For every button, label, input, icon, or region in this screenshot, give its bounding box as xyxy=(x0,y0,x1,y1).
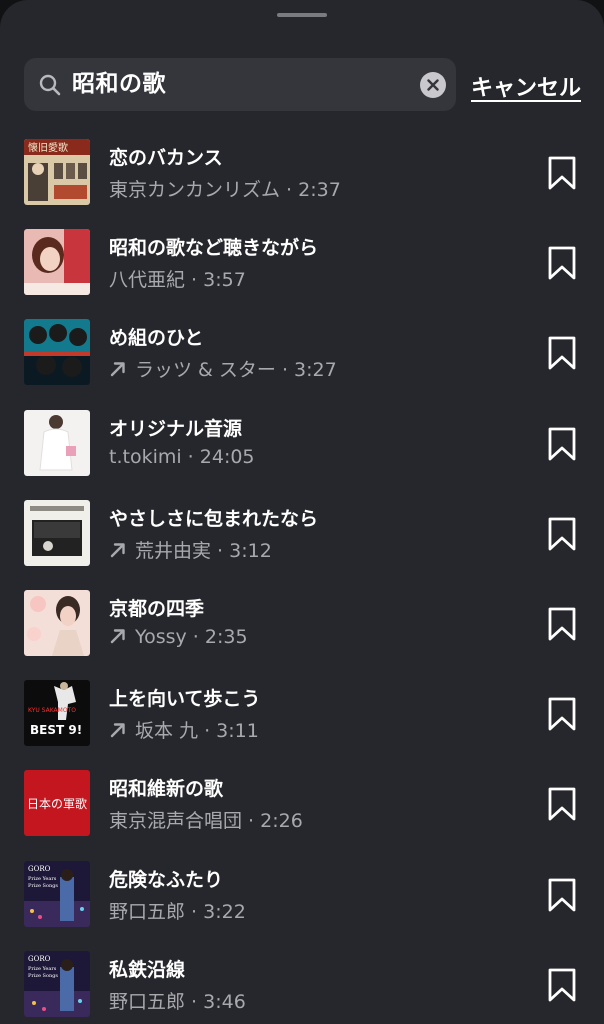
clear-search-button[interactable] xyxy=(420,72,446,98)
cover-artist: KYU SAKAMOTO xyxy=(28,707,76,714)
song-meta: 野口五郎 · 3:22 xyxy=(109,900,246,923)
album-cover xyxy=(24,229,90,296)
song-title: 上を向いて歩こう xyxy=(109,688,261,711)
song-meta: 東京カンカンリズム · 2:37 xyxy=(109,179,341,201)
song-meta: 野口五郎 · 3:46 xyxy=(109,990,246,1013)
song-title: 私鉄沿線 xyxy=(109,958,186,981)
bookmark-icon[interactable] xyxy=(546,155,578,191)
drag-handle[interactable] xyxy=(277,13,327,17)
song-title: 昭和維新の歌 xyxy=(109,778,224,801)
cover-title: 懐旧愛歌 xyxy=(28,141,68,154)
bookmark-icon[interactable] xyxy=(546,696,578,732)
bookmark-icon[interactable] xyxy=(546,426,578,462)
duration: 2:26 xyxy=(260,810,303,833)
duration: 3:57 xyxy=(203,269,246,292)
duration: 2:37 xyxy=(298,179,341,201)
song-meta: t.tokimi · 24:05 xyxy=(109,445,255,468)
artist-name: t.tokimi xyxy=(109,445,182,468)
album-cover: KYU SAKAMOTO BEST 9! xyxy=(24,680,90,747)
search-icon xyxy=(39,74,61,96)
trending-arrow-icon xyxy=(110,362,125,377)
song-title: 昭和の歌など聴きながら xyxy=(109,237,319,260)
song-meta: 荒井由実 · 3:12 xyxy=(109,536,272,563)
song-row[interactable]: 懐旧愛歌 恋のバカンス 東京カンカンリズム · 2:37 xyxy=(0,139,604,229)
song-row[interactable]: 日本の軍歌 昭和維新の歌 東京混声合唱団 · 2:26 xyxy=(0,770,604,860)
artist-name: Yossy xyxy=(135,625,187,648)
album-cover xyxy=(24,499,90,566)
song-title: 危険なふたり xyxy=(109,868,224,891)
song-row[interactable]: 京都の四季 Yossy · 2:35 xyxy=(0,589,604,680)
artist-name: 東京カンカンリズム xyxy=(109,179,281,201)
bookmark-icon[interactable] xyxy=(546,786,578,822)
song-title: オリジナル音源 xyxy=(109,417,243,440)
song-title: め組のひと xyxy=(109,327,204,350)
bookmark-icon[interactable] xyxy=(546,606,578,642)
bookmark-icon[interactable] xyxy=(546,516,578,552)
song-meta: Yossy · 2:35 xyxy=(109,626,248,648)
artist-name: ラッツ & スター xyxy=(135,359,276,382)
song-row[interactable]: GORO Prize Years Prize Songs 私鉄沿線 野口五郎 ·… xyxy=(0,950,604,1024)
trending-arrow-icon xyxy=(110,723,125,738)
duration: 3:27 xyxy=(294,359,337,382)
song-row[interactable]: オリジナル音源 t.tokimi · 24:05 xyxy=(0,409,604,500)
song-meta: ラッツ & スター · 3:27 xyxy=(109,355,337,382)
song-meta: 坂本 九 · 3:11 xyxy=(109,716,259,743)
song-row[interactable]: やさしさに包まれたなら 荒井由実 · 3:12 xyxy=(0,499,604,590)
album-cover: GORO Prize Years Prize Songs xyxy=(24,860,90,927)
cover-title: 日本の軍歌 xyxy=(27,796,87,811)
duration: 2:35 xyxy=(204,625,248,648)
cover-line: Prize Years xyxy=(28,966,57,972)
cover-line: Prize Songs xyxy=(28,883,58,889)
bookmark-icon[interactable] xyxy=(546,967,578,1003)
artist-name: 荒井由実 xyxy=(135,539,212,562)
artist-name: 東京混声合唱団 xyxy=(109,810,243,833)
duration: 3:22 xyxy=(203,900,246,923)
duration: 24:05 xyxy=(199,445,255,468)
song-title: 京都の四季 xyxy=(109,597,205,620)
artist-name: 八代亜紀 xyxy=(109,269,186,292)
trending-arrow-icon xyxy=(110,543,125,557)
cover-line: Prize Years xyxy=(28,876,57,882)
album-cover: GORO Prize Years Prize Songs xyxy=(24,950,90,1017)
search-bar[interactable]: 昭和の歌 xyxy=(24,58,456,111)
close-icon xyxy=(427,79,439,91)
cover-artist: GORO xyxy=(28,955,51,963)
song-row[interactable]: KYU SAKAMOTO BEST 9! 上を向いて歩こう 坂本 九 · 3:1… xyxy=(0,680,604,770)
artist-name: 坂本 九 xyxy=(135,720,199,743)
bookmark-icon[interactable] xyxy=(546,335,578,371)
song-meta: 東京混声合唱団 · 2:26 xyxy=(109,810,303,833)
bookmark-icon[interactable] xyxy=(546,877,578,913)
song-title: 恋のバカンス xyxy=(109,147,223,169)
album-cover xyxy=(24,589,90,656)
song-list: 懐旧愛歌 恋のバカンス 東京カンカンリズム · 2:37 昭和の歌など聴きながら… xyxy=(0,139,604,1024)
cover-line: Prize Songs xyxy=(28,973,58,979)
duration: 3:46 xyxy=(203,990,246,1013)
duration: 3:11 xyxy=(216,720,259,743)
trending-arrow-icon xyxy=(110,629,125,644)
album-cover: 日本の軍歌 xyxy=(24,770,90,837)
artist-name: 野口五郎 xyxy=(109,990,186,1013)
bookmark-icon[interactable] xyxy=(546,245,578,281)
song-title: やさしさに包まれたなら xyxy=(109,507,319,530)
song-row[interactable]: 昭和の歌など聴きながら 八代亜紀 · 3:57 xyxy=(0,229,604,319)
album-cover xyxy=(24,409,90,476)
duration: 3:12 xyxy=(229,539,272,562)
album-cover: 懐旧愛歌 xyxy=(24,139,90,205)
artist-name: 野口五郎 xyxy=(109,900,186,923)
song-meta: 八代亜紀 · 3:57 xyxy=(109,269,246,292)
album-cover xyxy=(24,319,90,386)
song-row[interactable]: め組のひと ラッツ & スター · 3:27 xyxy=(0,319,604,409)
song-row[interactable]: GORO Prize Years Prize Songs 危険なふたり 野口五郎… xyxy=(0,860,604,951)
cover-title: BEST 9! xyxy=(30,723,82,737)
search-input[interactable]: 昭和の歌 xyxy=(72,70,166,98)
music-search-sheet: 昭和の歌 キャンセル 懐旧愛歌 恋のバカンス 東京カンカンリズム · 2:37 … xyxy=(0,0,604,1024)
cancel-button[interactable]: キャンセル xyxy=(471,70,581,102)
cover-artist: GORO xyxy=(28,865,51,873)
